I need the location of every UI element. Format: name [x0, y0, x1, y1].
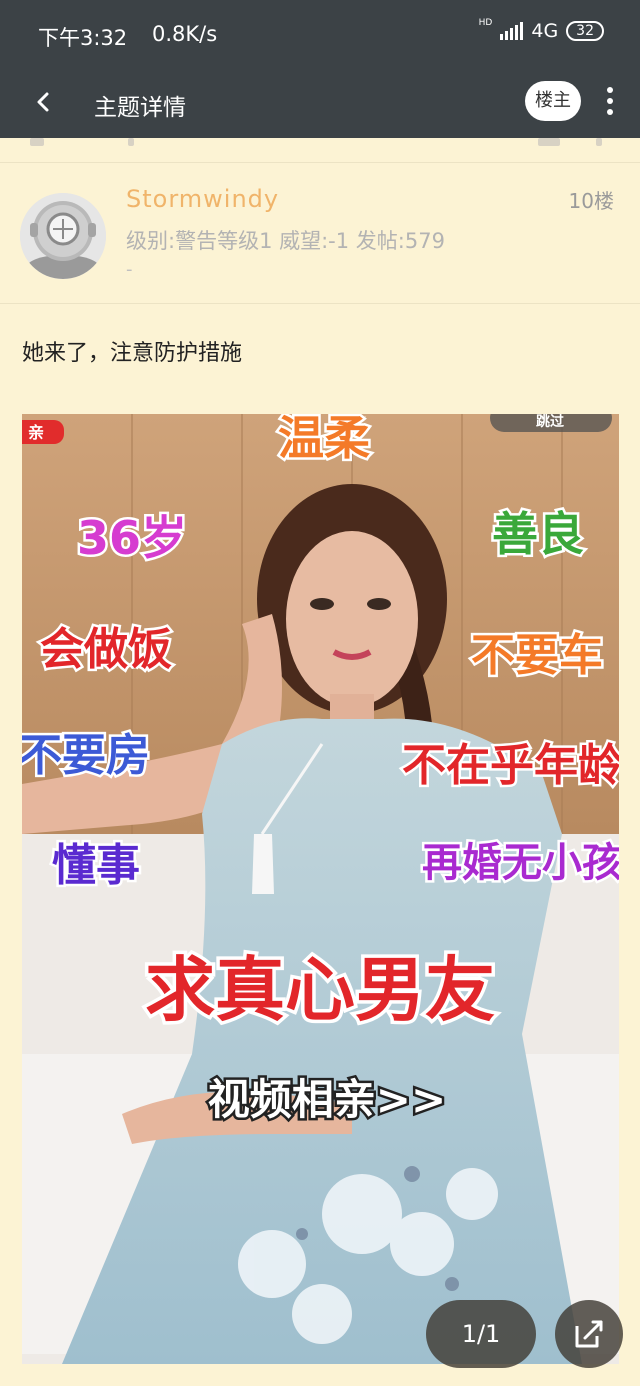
previous-post-divider	[0, 138, 640, 163]
image-page-indicator: 1/1	[426, 1300, 536, 1368]
dating-ad-image: 亲 跳过 温柔 36岁 善良 会做饭 不要车 不要房 不在乎年龄 懂事 再婚无小…	[22, 414, 619, 1364]
skip-ad-text: 跳过	[536, 414, 564, 430]
avatar[interactable]	[20, 193, 106, 279]
page-title: 主题详情	[94, 95, 186, 121]
overlay-age-ok: 不在乎年龄	[402, 740, 619, 791]
owner-only-button[interactable]: 楼主	[525, 81, 581, 121]
edit-icon	[575, 1320, 603, 1348]
overlay-no-car: 不要车	[471, 630, 603, 681]
signal-icon	[500, 22, 524, 40]
overlay-video: 视频相亲>>	[208, 1075, 446, 1124]
overlay-seeking: 求真心男友	[145, 949, 495, 1031]
overlay-remarried: 再婚无小孩	[422, 840, 619, 886]
username[interactable]: Stormwindy	[126, 185, 279, 213]
post-image[interactable]: 亲 跳过 温柔 36岁 善良 会做饭 不要车 不要房 不在乎年龄 懂事 再婚无小…	[22, 414, 619, 1364]
network-type: 4G	[531, 20, 559, 42]
post-body: 她来了，注意防护措施	[22, 341, 243, 366]
hd-label: HD	[478, 18, 493, 28]
overlay-kind: 善良	[492, 507, 584, 561]
overlay-sensible: 懂事	[52, 840, 140, 891]
status-indicators: HD 4G 32	[478, 18, 604, 42]
status-time: 下午3:32	[38, 26, 128, 50]
back-arrow-icon[interactable]	[30, 88, 58, 116]
user-meta: 级别:警告等级1 威望:-1 发帖:579	[126, 229, 445, 253]
overlay-cook: 会做饭	[40, 624, 172, 675]
tag-left-text: 亲	[28, 423, 44, 442]
status-net-speed: 0.8K/s	[152, 22, 218, 46]
user-signature: -	[126, 259, 133, 280]
app-bar: 主题详情 楼主	[0, 70, 640, 138]
floor-number: 10楼	[568, 189, 614, 213]
status-bar: 下午3:32 0.8K/s HD 4G 32	[0, 0, 640, 70]
overlay-no-house: 不要房	[22, 730, 150, 781]
overlay-gentle: 温柔	[278, 414, 370, 465]
diving-helmet-icon	[20, 193, 106, 279]
post-header: Stormwindy 级别:警告等级1 威望:-1 发帖:579 - 10楼	[0, 163, 640, 304]
more-options-icon[interactable]	[602, 84, 618, 120]
reply-button[interactable]	[555, 1300, 623, 1368]
battery-icon: 32	[566, 21, 604, 41]
overlay-age: 36岁	[77, 511, 187, 565]
